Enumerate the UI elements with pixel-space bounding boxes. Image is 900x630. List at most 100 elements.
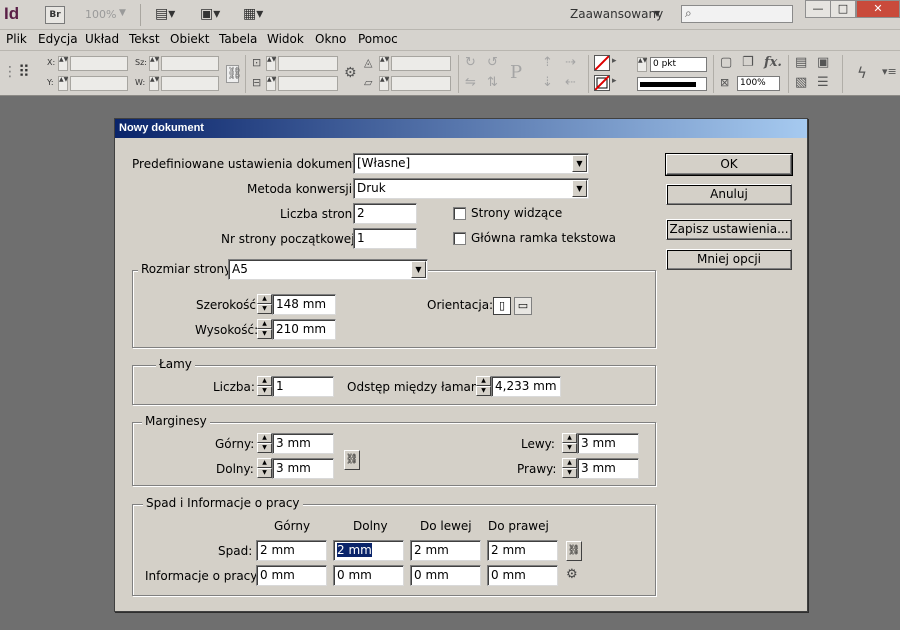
x-stepper[interactable]: ▲▼	[58, 56, 68, 71]
cancel-button[interactable]: Anuluj	[666, 184, 792, 205]
menu-edit[interactable]: Edycja	[38, 32, 78, 46]
width-field[interactable]	[161, 56, 219, 71]
select-previous-icon[interactable]: ⇠	[565, 75, 576, 90]
slug-bottom-input[interactable]: 0 mm	[333, 565, 404, 586]
width-stepper[interactable]: ▲▼	[257, 294, 272, 315]
bleed-right-input[interactable]: 2 mm	[487, 540, 558, 561]
fewer-options-button[interactable]: Mniej opcji	[666, 249, 792, 270]
chevron-down-icon[interactable]: ▼	[572, 155, 587, 172]
gutter-stepper[interactable]: ▲ ▼	[476, 376, 491, 397]
master-frame-label[interactable]: Główna ramka tekstowa	[471, 231, 616, 245]
paragraph-p-icon[interactable]: P	[510, 62, 522, 83]
flip-horizontal-icon[interactable]: ⇋	[465, 75, 476, 90]
bleed-left-input[interactable]: 2 mm	[410, 540, 481, 561]
shadow-square-icon[interactable]: ❐	[742, 55, 754, 70]
master-frame-checkbox[interactable]	[453, 232, 466, 245]
height-stepper[interactable]: ▲▼	[257, 319, 272, 340]
rotate-field[interactable]	[391, 56, 451, 71]
flip-vertical-icon[interactable]: ⇅	[487, 75, 498, 90]
margin-bottom-input[interactable]: 3 mm	[272, 458, 334, 479]
align-icon[interactable]: ☰	[817, 75, 829, 90]
panel-menu-icon[interactable]: ▾≡	[882, 65, 897, 78]
height-input[interactable]: 210 mm	[272, 319, 336, 340]
menu-object[interactable]: Obiekt	[170, 32, 209, 46]
width-stepper[interactable]: ▲▼	[149, 56, 159, 71]
slug-top-input[interactable]: 0 mm	[256, 565, 327, 586]
portrait-orientation-icon[interactable]: ▯	[493, 297, 511, 315]
wrap-around-icon[interactable]: ▣	[817, 55, 829, 70]
menu-help[interactable]: Pomoc	[358, 32, 398, 46]
select-container-icon[interactable]: ⇡	[542, 55, 553, 70]
minimize-button[interactable]: —	[805, 0, 831, 18]
fill-swatch-arrow-icon[interactable]: ▸	[612, 56, 617, 66]
scale-x-field[interactable]	[278, 56, 338, 71]
y-field[interactable]	[70, 76, 128, 91]
scale-settings-icon[interactable]: ⚙	[344, 65, 357, 81]
reference-point-icon[interactable]: ⠿	[18, 62, 30, 81]
screen-mode-icon[interactable]: ▣▾	[200, 6, 220, 22]
height-stepper[interactable]: ▲▼	[149, 76, 159, 91]
preset-select[interactable]: [Własne] ▼	[353, 153, 589, 174]
margin-left-input[interactable]: 3 mm	[577, 433, 639, 454]
zoom-level[interactable]: 100%	[85, 8, 116, 21]
bleed-bottom-input[interactable]: 2 mm	[333, 540, 404, 561]
opacity-field[interactable]: 100%	[737, 76, 780, 91]
chevron-down-icon[interactable]: ▼	[411, 261, 426, 278]
bridge-button[interactable]: Br	[45, 6, 65, 24]
menu-type[interactable]: Tekst	[129, 32, 160, 46]
menu-file[interactable]: Plik	[6, 32, 27, 46]
conversion-select[interactable]: Druk ▼	[353, 178, 589, 199]
margin-top-input[interactable]: 3 mm	[272, 433, 334, 454]
bleed-top-input[interactable]: 2 mm	[256, 540, 327, 561]
maximize-button[interactable]: □	[830, 0, 856, 18]
shear-field[interactable]	[391, 76, 451, 91]
margin-top-stepper[interactable]: ▲ ▼	[257, 433, 272, 454]
menu-table[interactable]: Tabela	[219, 32, 257, 46]
shear-stepper[interactable]: ▲▼	[379, 76, 389, 91]
drop-shadow-icon[interactable]: ▢	[720, 55, 732, 70]
margin-bottom-stepper[interactable]: ▲ ▼	[257, 458, 272, 479]
margin-right-input[interactable]: 3 mm	[577, 458, 639, 479]
effects-fx-icon[interactable]: fx.	[764, 55, 782, 70]
select-next-icon[interactable]: ⇢	[565, 55, 576, 70]
frame-fitting-icon[interactable]: ▧	[795, 75, 807, 90]
dialog-title[interactable]: Nowy dokument	[115, 119, 807, 138]
scale-y-stepper[interactable]: ▲▼	[266, 76, 276, 91]
arrange-documents-icon[interactable]: ▦▾	[243, 6, 263, 22]
search-input[interactable]: ⌕	[681, 5, 793, 23]
chevron-down-icon[interactable]: ▼	[119, 8, 126, 18]
select-content-icon[interactable]: ⇣	[542, 75, 553, 90]
scale-y-field[interactable]	[278, 76, 338, 91]
height-field[interactable]	[161, 76, 219, 91]
menu-layout[interactable]: Układ	[85, 32, 119, 46]
quick-apply-icon[interactable]: ϟ	[857, 64, 867, 82]
view-options-icon[interactable]: ▤▾	[155, 6, 175, 22]
stroke-weight-stepper[interactable]: ▲▼	[637, 57, 647, 72]
workspace-switcher[interactable]: Zaawansowany	[570, 7, 663, 21]
page-size-select[interactable]: A5 ▼	[228, 259, 428, 280]
menu-window[interactable]: Okno	[315, 32, 346, 46]
ok-button[interactable]: OK	[665, 153, 793, 176]
menu-view[interactable]: Widok	[267, 32, 304, 46]
slug-right-input[interactable]: 0 mm	[487, 565, 558, 586]
margin-right-stepper[interactable]: ▲ ▼	[562, 458, 577, 479]
column-count-input[interactable]: 1	[272, 376, 334, 397]
text-wrap-icon[interactable]: ▤	[795, 55, 807, 70]
chevron-down-icon[interactable]: ▼	[572, 180, 587, 197]
facing-pages-checkbox[interactable]	[453, 207, 466, 220]
close-button[interactable]: ✕	[856, 0, 900, 18]
stroke-swatch-arrow-icon[interactable]: ▸	[612, 76, 617, 86]
fill-none-icon[interactable]	[594, 55, 610, 71]
landscape-orientation-icon[interactable]: ▭	[514, 297, 532, 315]
gutter-input[interactable]: 4,233 mm	[491, 376, 561, 397]
chain-link-icon[interactable]: ⛓	[344, 450, 360, 470]
slug-left-input[interactable]: 0 mm	[410, 565, 481, 586]
chain-link-icon[interactable]: ⛓	[566, 541, 582, 561]
column-count-stepper[interactable]: ▲ ▼	[257, 376, 272, 397]
y-stepper[interactable]: ▲▼	[58, 76, 68, 91]
slug-settings-icon[interactable]: ⚙	[566, 567, 578, 582]
save-preset-button[interactable]: Zapisz ustawienia...	[666, 219, 792, 240]
rotate-cw-icon[interactable]: ↻	[465, 55, 476, 70]
rotate-ccw-icon[interactable]: ↺	[487, 55, 498, 70]
constrain-proportions-icon[interactable]: ⛓	[226, 65, 242, 83]
